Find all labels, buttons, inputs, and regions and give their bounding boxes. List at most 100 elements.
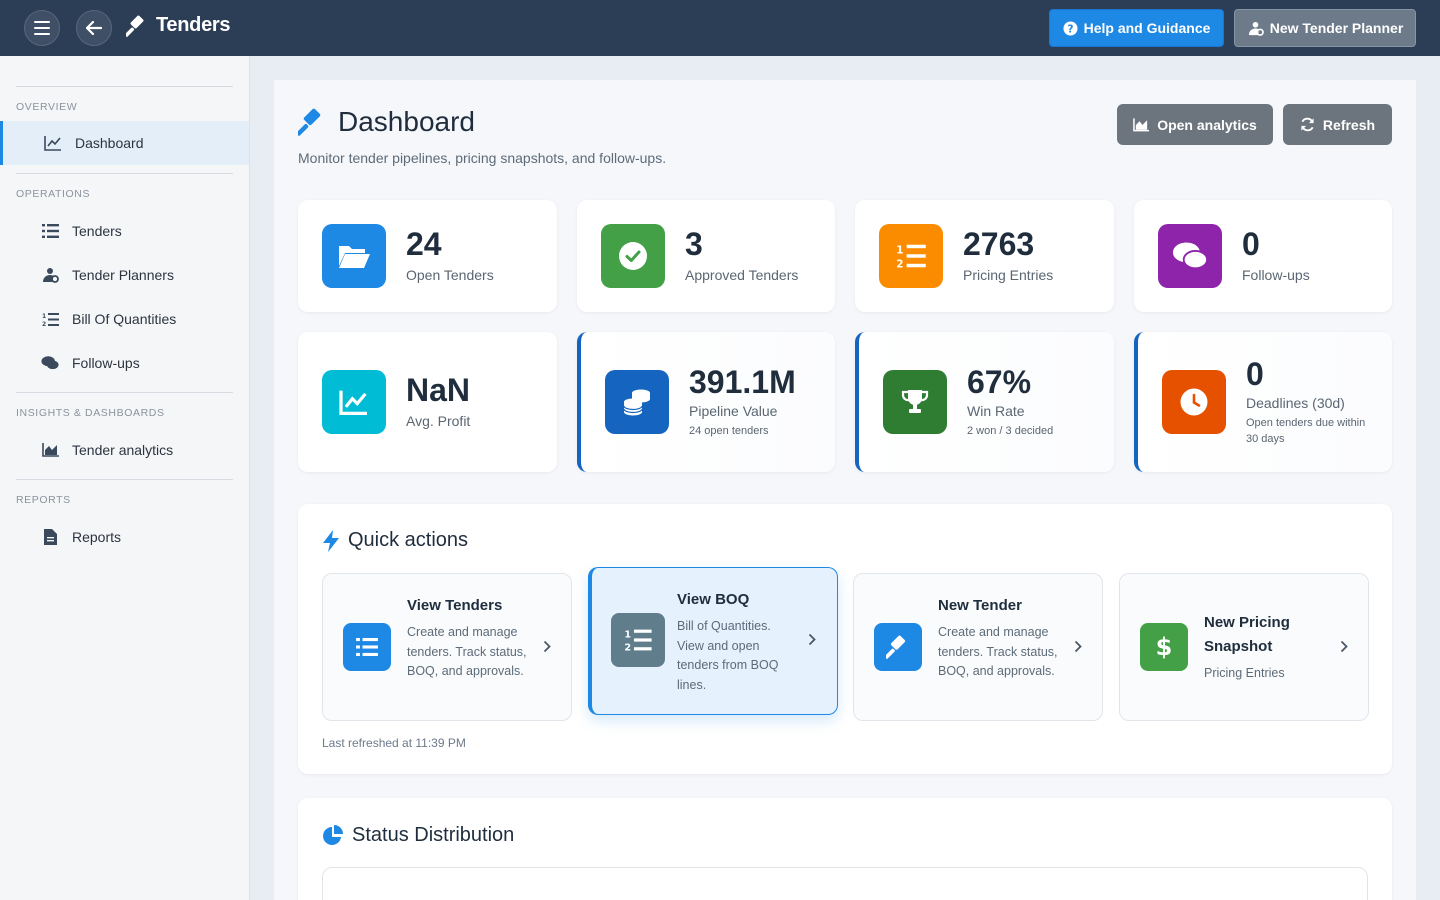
quick-action-title: New Pricing Snapshot (1204, 614, 1290, 655)
quick-action-new-pricing-snapshot[interactable]: $ New Pricing Snapshot Pricing Entries (1119, 573, 1369, 721)
stat-card-follow-ups[interactable]: 0 Follow-ups (1134, 200, 1392, 312)
page-title-text: Dashboard (338, 106, 475, 137)
quick-action-view-tenders[interactable]: View Tenders Create and manage tenders. … (322, 573, 572, 721)
stat-value: 24 (406, 226, 442, 262)
question-circle-icon: ? (1063, 20, 1078, 36)
svg-text:2: 2 (896, 258, 903, 269)
sidebar-item-label: Reports (72, 529, 122, 545)
sidebar-item-follow-ups[interactable]: Follow-ups (0, 341, 249, 385)
sidebar-item-reports[interactable]: Reports (0, 515, 249, 559)
gavel-icon (298, 108, 321, 136)
page-subtitle: Monitor tender pipelines, pricing snapsh… (298, 150, 667, 166)
sidebar-heading-overview: OVERVIEW (16, 101, 78, 113)
new-tender-planner-button[interactable]: New Tender Planner (1234, 9, 1416, 47)
last-refreshed-text: Last refreshed at 11:39 PM (322, 736, 466, 750)
app-title: Tenders (156, 14, 231, 36)
list-icon (343, 623, 391, 671)
help-button-label: Help and Guidance (1083, 20, 1211, 36)
stat-label: Approved Tenders (685, 267, 799, 283)
top-bar: Tenders ? Help and Guidance New Tender P… (0, 0, 1440, 56)
sidebar-item-tenders[interactable]: Tenders (0, 209, 249, 253)
sidebar-item-label: Bill Of Quantities (72, 311, 177, 327)
numbered-list-icon: 12 (41, 310, 59, 328)
sidebar-item-tender-analytics[interactable]: Tender analytics (0, 428, 249, 472)
stat-card-approved-tenders[interactable]: 3 Approved Tenders (577, 200, 835, 312)
stat-label: Pipeline Value (689, 403, 778, 419)
comments-icon (1158, 224, 1222, 288)
clock-icon (1162, 370, 1226, 434)
svg-text:1: 1 (896, 244, 903, 256)
stat-card-deadlines[interactable]: 0 Deadlines (30d) Open tenders due withi… (1134, 332, 1392, 472)
back-button[interactable] (76, 10, 112, 46)
quick-action-description: Pricing Entries (1204, 666, 1285, 680)
sidebar-item-dashboard[interactable]: Dashboard (0, 121, 249, 165)
comments-icon (41, 354, 59, 372)
coins-icon (605, 370, 669, 434)
sidebar-item-bill-of-quantities[interactable]: 12 Bill Of Quantities (0, 297, 249, 341)
status-distribution-title: Status Distribution (322, 824, 514, 847)
sidebar-item-label: Follow-ups (72, 355, 140, 371)
svg-text:2: 2 (42, 321, 46, 327)
stat-card-open-tenders[interactable]: 24 Open Tenders (298, 200, 557, 312)
help-button[interactable]: ? Help and Guidance (1049, 9, 1224, 47)
svg-text:1: 1 (42, 313, 46, 320)
open-analytics-label: Open analytics (1157, 116, 1257, 133)
stat-card-pricing-entries[interactable]: 12 2763 Pricing Entries (855, 200, 1114, 312)
status-distribution-title-text: Status Distribution (352, 824, 515, 846)
stat-label: Win Rate (967, 403, 1025, 419)
stat-value: NaN (406, 372, 471, 408)
open-analytics-button[interactable]: Open analytics (1117, 104, 1273, 145)
stat-sublabel: Open tenders due within 30 days (1246, 417, 1366, 445)
app-brand[interactable]: Tenders (126, 14, 231, 37)
svg-text:?: ? (1067, 23, 1073, 35)
area-chart-icon (1133, 117, 1150, 131)
divider (16, 173, 233, 174)
pie-chart-icon (323, 824, 343, 845)
stat-label: Pricing Entries (963, 267, 1054, 283)
stat-sublabel: 24 open tenders (689, 425, 769, 437)
hamburger-icon (34, 21, 50, 35)
refresh-label: Refresh (1322, 116, 1376, 133)
refresh-icon (1301, 117, 1314, 132)
svg-text:1: 1 (624, 630, 631, 641)
quick-action-view-boq[interactable]: 12 View BOQ Bill of Quantities. View and… (588, 567, 838, 715)
gavel-icon (126, 15, 144, 37)
stat-card-avg-profit[interactable]: NaN Avg. Profit (298, 332, 557, 472)
chevron-right-icon (1074, 640, 1082, 653)
stat-value: 3 (685, 226, 703, 262)
list-icon (41, 222, 59, 240)
numbered-list-icon: 12 (879, 224, 943, 288)
new-tender-planner-label: New Tender Planner (1269, 20, 1404, 36)
page-title: Dashboard (298, 106, 475, 138)
chevron-right-icon (808, 633, 816, 646)
chevron-right-icon (1340, 640, 1348, 653)
stat-card-pipeline-value[interactable]: 391.1M Pipeline Value 24 open tenders (577, 332, 835, 472)
sidebar-heading-operations: OPERATIONS (16, 188, 91, 200)
quick-action-title: New Tender (938, 597, 1022, 614)
quick-actions-title-text: Quick actions (348, 529, 469, 551)
sidebar-item-label: Dashboard (75, 135, 144, 151)
quick-action-description: Bill of Quantities. View and open tender… (677, 619, 779, 692)
svg-text:2: 2 (624, 642, 631, 652)
main-content: Dashboard Monitor tender pipelines, pric… (274, 80, 1416, 900)
sidebar: OVERVIEW Dashboard OPERATIONS Tenders Te… (0, 56, 250, 900)
stat-card-win-rate[interactable]: 67% Win Rate 2 won / 3 decided (855, 332, 1114, 472)
refresh-button[interactable]: Refresh (1283, 104, 1392, 145)
sidebar-item-label: Tenders (72, 223, 122, 239)
stat-value: 67% (967, 364, 1032, 400)
quick-action-new-tender[interactable]: New Tender Create and manage tenders. Tr… (853, 573, 1103, 721)
stat-value: 0 (1246, 356, 1264, 392)
arrow-left-icon (86, 21, 102, 35)
file-icon (41, 528, 59, 546)
stat-label: Avg. Profit (406, 413, 471, 429)
numbered-list-icon: 12 (611, 613, 665, 667)
gavel-icon (874, 623, 922, 671)
folder-open-icon (322, 224, 386, 288)
quick-action-title: View Tenders (407, 597, 503, 614)
stat-label: Follow-ups (1242, 267, 1310, 283)
stat-label: Open Tenders (406, 267, 494, 283)
trophy-icon (883, 370, 947, 434)
sidebar-item-tender-planners[interactable]: Tender Planners (0, 253, 249, 297)
quick-actions-panel: Quick actions View Tenders Create and ma… (298, 504, 1392, 774)
menu-toggle-button[interactable] (24, 10, 60, 46)
